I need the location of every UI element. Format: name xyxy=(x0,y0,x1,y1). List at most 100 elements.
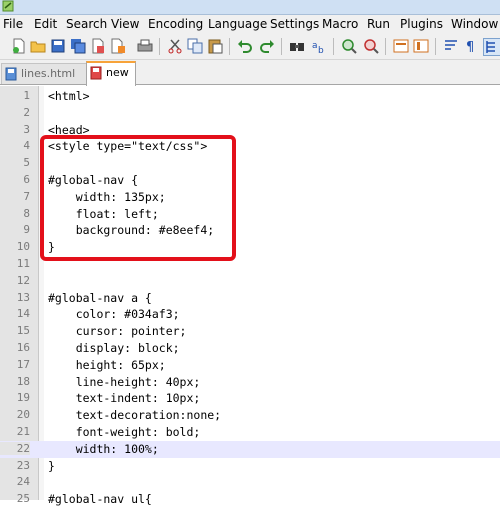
menu-bar: File Edit Search View Encoding Language … xyxy=(0,15,500,35)
line-number: 9 xyxy=(23,223,30,237)
line-number: 3 xyxy=(23,122,30,136)
line-number: 8 xyxy=(23,206,30,220)
menu-file[interactable]: File xyxy=(3,17,23,31)
code-line[interactable]: 18 line-height: 40px; xyxy=(0,374,500,391)
line-number: 16 xyxy=(16,341,30,354)
tab-bar: lines.html new 14 xyxy=(0,60,500,99)
replace-icon[interactable]: ab xyxy=(311,38,327,54)
print-icon[interactable] xyxy=(137,38,153,54)
toolbar-separator xyxy=(385,38,386,55)
save-all-icon[interactable] xyxy=(70,38,86,54)
zoom-out-icon[interactable] xyxy=(363,38,379,54)
word-wrap-icon[interactable] xyxy=(443,38,459,54)
code-line[interactable]: 13 #global-nav a { xyxy=(0,290,500,307)
save-icon[interactable] xyxy=(50,38,66,54)
line-number: 6 xyxy=(23,173,30,186)
line-text: text-decoration:none; xyxy=(48,408,222,423)
menu-view[interactable]: View xyxy=(111,17,139,31)
copy-icon[interactable] xyxy=(187,38,203,54)
line-text: color: #034af3; xyxy=(48,307,180,322)
tab-lines-html[interactable]: lines.html xyxy=(1,63,87,84)
menu-macro[interactable]: Macro xyxy=(322,17,358,31)
zoom-in-icon[interactable] xyxy=(341,38,357,54)
line-number: 4 xyxy=(23,139,30,153)
cut-icon[interactable] xyxy=(167,38,183,54)
line-text: height: 65px; xyxy=(48,357,166,372)
title-bar xyxy=(0,0,500,15)
undo-icon[interactable] xyxy=(237,38,253,54)
line-number: 14 xyxy=(16,307,30,321)
code-line[interactable]: 21 font-weight: bold; xyxy=(0,424,500,441)
code-line[interactable]: 19 text-indent: 10px; xyxy=(0,390,500,407)
indent-guide-icon[interactable] xyxy=(483,38,500,56)
unsaved-file-icon xyxy=(90,66,102,80)
code-line[interactable]: 16 display: block; xyxy=(0,340,500,357)
highlight-annotation-box xyxy=(40,135,236,261)
toolbar-separator xyxy=(333,38,334,55)
toolbar-separator xyxy=(435,38,436,55)
line-text: display: block; xyxy=(48,341,180,355)
sync-horizontal-icon[interactable] xyxy=(413,38,429,54)
code-line[interactable]: 14 color: #034af3; xyxy=(0,306,500,323)
line-number: 17 xyxy=(16,357,30,371)
find-icon[interactable] xyxy=(289,38,305,54)
menu-language[interactable]: Language xyxy=(208,17,267,31)
line-number: 5 xyxy=(23,156,30,170)
line-number: 1 xyxy=(23,89,30,102)
menu-search[interactable]: Search xyxy=(66,17,107,31)
code-line[interactable]: 20 text-decoration:none; xyxy=(0,407,500,424)
code-line[interactable]: 12 xyxy=(0,273,500,290)
line-text: cursor: pointer; xyxy=(48,324,187,339)
code-line[interactable]: 15 cursor: pointer; xyxy=(0,323,500,340)
line-number: 10 xyxy=(16,240,30,254)
svg-text:¶: ¶ xyxy=(466,40,474,54)
code-line[interactable]: 23} xyxy=(0,458,500,475)
notepad-plus-plus-icon xyxy=(2,0,14,12)
line-text: #global-nav ul{ xyxy=(48,492,152,507)
line-number: 19 xyxy=(16,391,30,405)
menu-encoding[interactable]: Encoding xyxy=(148,17,203,31)
close-all-icon[interactable] xyxy=(110,38,126,54)
line-number: 12 xyxy=(16,273,30,287)
line-number: 22 xyxy=(0,441,30,455)
line-number: 11 xyxy=(16,257,30,270)
menu-run[interactable]: Run xyxy=(367,17,390,31)
line-text: text-indent: 10px; xyxy=(48,391,201,406)
svg-text:b: b xyxy=(318,46,324,54)
line-number: 21 xyxy=(16,425,30,438)
line-text: font-weight: bold; xyxy=(48,425,201,439)
line-text: <html> xyxy=(48,89,90,103)
line-number: 24 xyxy=(16,475,30,489)
svg-text:a: a xyxy=(312,41,318,51)
line-number: 25 xyxy=(16,492,30,506)
menu-edit[interactable]: Edit xyxy=(34,17,57,31)
code-line[interactable]: 22 width: 100%; xyxy=(0,440,500,458)
code-line[interactable]: 2 xyxy=(0,105,500,122)
line-number: 2 xyxy=(23,105,30,119)
line-number: 7 xyxy=(23,189,30,203)
show-all-characters-icon[interactable]: ¶ xyxy=(463,38,479,54)
toolbar-separator xyxy=(281,38,282,55)
toolbar: ab ¶ xyxy=(0,35,500,60)
line-number: 15 xyxy=(16,324,30,338)
line-number: 23 xyxy=(16,458,30,472)
code-line[interactable]: 1 <html> xyxy=(0,88,500,105)
new-file-icon[interactable] xyxy=(11,38,27,54)
line-number: 20 xyxy=(16,408,30,422)
menu-window[interactable]: Window xyxy=(451,17,498,31)
toolbar-separator xyxy=(229,38,230,55)
redo-icon[interactable] xyxy=(259,38,275,54)
tab-new-14[interactable]: new 14 xyxy=(86,61,136,99)
menu-settings[interactable]: Settings xyxy=(270,17,319,31)
paste-icon[interactable] xyxy=(207,38,223,54)
saved-file-icon xyxy=(5,67,17,81)
sync-vertical-icon[interactable] xyxy=(393,38,409,54)
line-number: 18 xyxy=(16,374,30,388)
code-line[interactable]: 24 xyxy=(0,474,500,491)
close-icon[interactable] xyxy=(90,38,106,54)
open-file-icon[interactable] xyxy=(30,38,46,54)
tab-label: lines.html xyxy=(21,67,76,80)
code-line[interactable]: 17 height: 65px; xyxy=(0,357,500,374)
toolbar-separator xyxy=(159,38,160,55)
menu-plugins[interactable]: Plugins xyxy=(400,17,443,31)
